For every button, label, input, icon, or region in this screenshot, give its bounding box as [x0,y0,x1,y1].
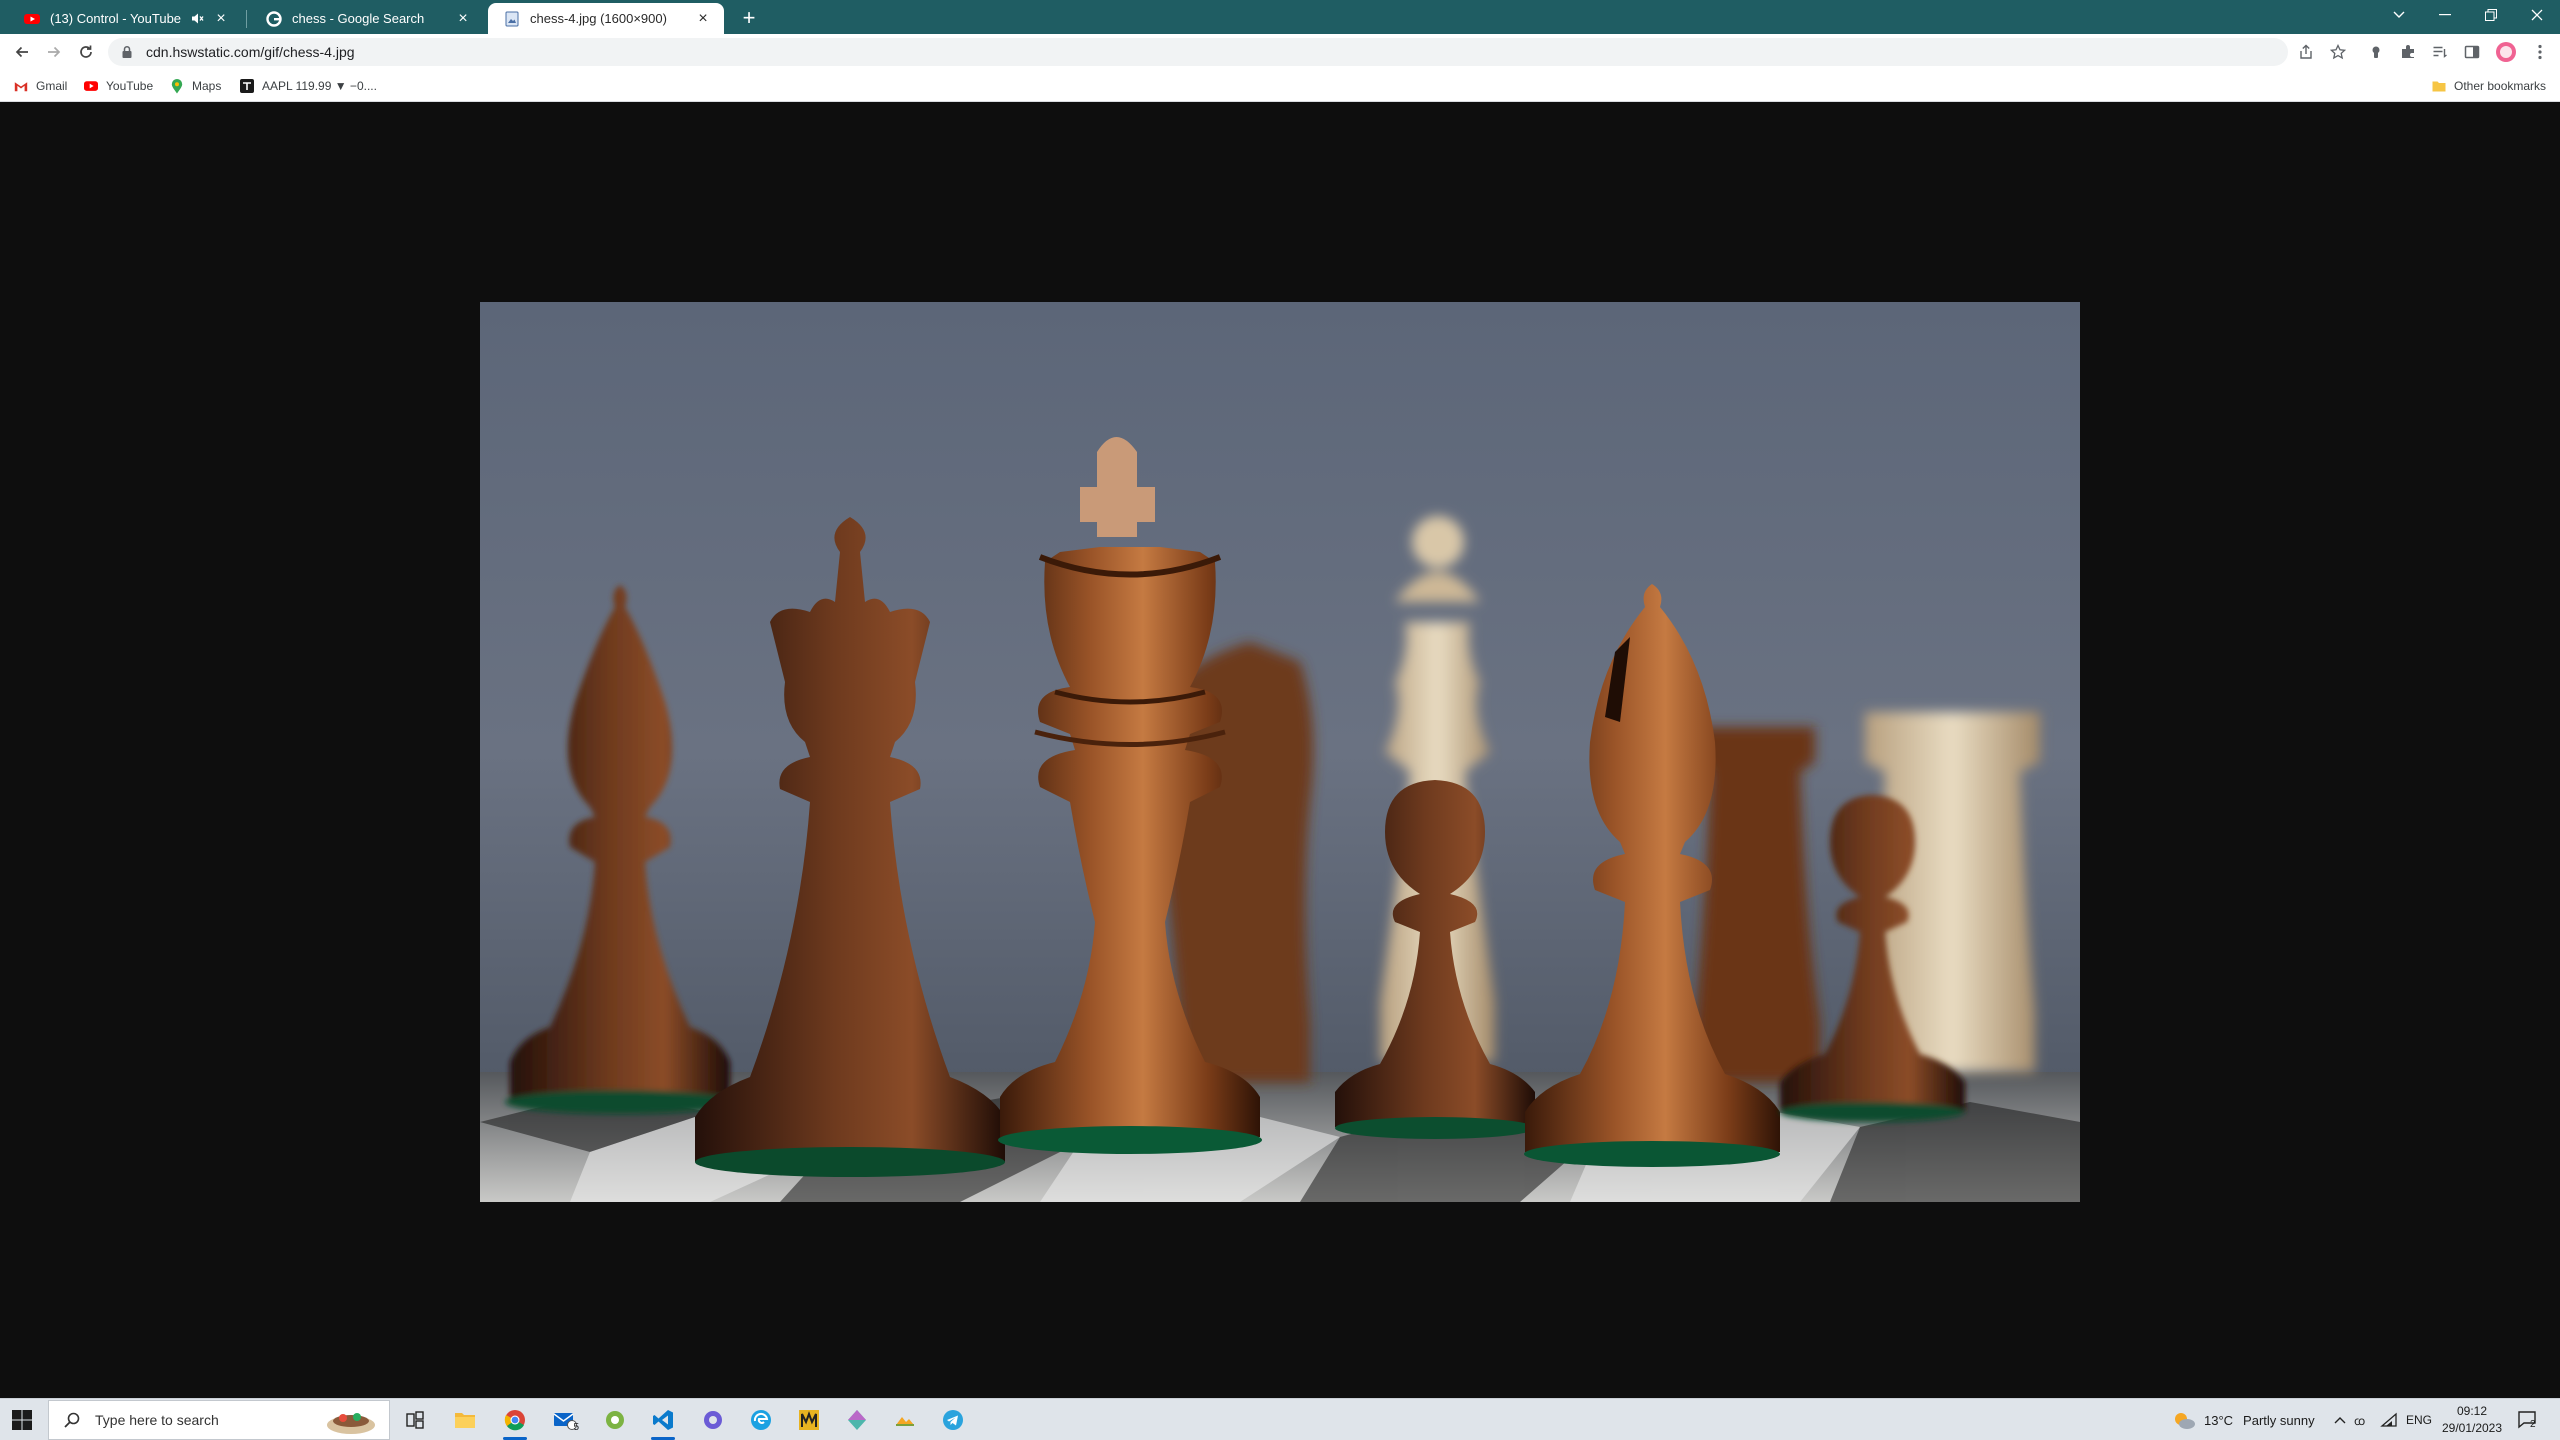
vscode-icon[interactable] [646,1404,680,1440]
restore-button[interactable] [2468,0,2514,30]
notifications-count: 2 [2530,1419,2536,1430]
bookmark-aapl[interactable]: AAPL 119.99 ▼ −0.... [240,76,377,96]
taskbar-search-box[interactable]: Type here to search [48,1400,390,1440]
app-icon[interactable] [598,1404,632,1436]
minimize-button[interactable] [2422,0,2468,30]
share-icon[interactable] [2294,40,2318,64]
bookmark-youtube[interactable]: YouTube [84,76,153,96]
back-button[interactable] [8,38,36,66]
bookmark-gmail[interactable]: Gmail [14,76,67,96]
youtube-icon [24,13,40,24]
youtube-icon [84,79,98,93]
screen: (13) Control - YouTube × chess - Google … [0,0,2560,1440]
tab-title: chess-4.jpg (1600×900) [530,11,667,26]
bookmark-label: YouTube [106,79,154,93]
speaker-muted-icon[interactable] [188,10,206,28]
weather-desc: Partly sunny [2243,1412,2315,1428]
windows-taskbar: Type here to search 5 13°C Partly sunny … [0,1398,2560,1440]
weather-widget[interactable]: 13°C Partly sunny [2172,1399,2315,1440]
stock-icon [240,79,254,93]
browser-toolbar: cdn.hswstatic.com/gif/chess-4.jpg [0,34,2560,70]
app-icon[interactable] [696,1404,730,1436]
svg-text:ꭃ: ꭃ [2354,1414,2365,1428]
app-icon[interactable] [792,1404,826,1436]
profile-avatar[interactable] [2494,40,2518,64]
bookmarks-bar: Gmail YouTube Maps AAPL 119.99 ▼ −0.... … [0,70,2560,102]
image-viewport [0,102,2560,1398]
tab-search-chevron-icon[interactable] [2376,0,2422,30]
app-icon[interactable] [888,1404,922,1436]
clock-time: 09:12 [2456,1404,2488,1418]
more-menu-icon[interactable] [2528,40,2552,64]
url-text[interactable]: cdn.hswstatic.com/gif/chess-4.jpg [146,44,355,60]
network-icon[interactable] [2380,1399,2398,1440]
close-icon[interactable]: × [212,10,230,28]
file-explorer-icon[interactable] [448,1404,482,1436]
notifications-icon[interactable]: 2 [2518,1399,2538,1440]
tab-youtube[interactable]: (13) Control - YouTube × [8,3,242,34]
windows-start-icon[interactable] [10,1408,34,1432]
chrome-icon[interactable] [498,1404,532,1440]
close-window-button[interactable] [2514,0,2560,30]
reading-list-icon[interactable] [2428,40,2452,64]
input-method-icon[interactable]: ꭃ [2354,1399,2374,1440]
tab-title: chess - Google Search [292,11,425,26]
image-file-icon [505,11,519,26]
search-icon [64,1412,80,1428]
bookmark-star-icon[interactable] [2326,40,2350,64]
edge-icon[interactable] [744,1404,778,1436]
mail-badge: 5 [573,1422,579,1433]
telegram-icon[interactable] [936,1404,970,1436]
show-hidden-icons-chevron-icon[interactable] [2334,1399,2346,1440]
side-panel-icon[interactable] [2460,40,2484,64]
puzzle-extensions-icon[interactable] [2396,40,2420,64]
other-bookmarks[interactable]: Other bookmarks [2432,76,2546,96]
lock-icon[interactable] [120,45,134,59]
chess-pieces-photo[interactable] [480,302,2080,1202]
tab-title: (13) Control - YouTube [50,11,182,26]
task-view-icon[interactable] [398,1404,432,1436]
maps-icon [170,78,184,93]
tab-chess-image[interactable]: chess-4.jpg (1600×900) × [488,3,724,34]
tab-strip: (13) Control - YouTube × chess - Google … [0,0,2560,34]
new-tab-button[interactable]: + [736,5,762,31]
weather-temp: 13°C [2204,1412,2234,1428]
extension-icon[interactable] [2364,40,2388,64]
search-placeholder: Type here to search [95,1412,219,1428]
chess-photo-illustration [480,302,2080,1202]
mail-icon[interactable]: 5 [548,1404,582,1436]
bookmark-label: AAPL 119.99 ▼ −0.... [262,79,377,93]
app-icon[interactable] [840,1404,874,1436]
bookmark-maps[interactable]: Maps [170,76,221,96]
folder-icon [2432,79,2446,93]
close-icon[interactable]: × [694,10,712,28]
system-clock[interactable]: 09:12 29/01/2023 [2430,1403,2514,1437]
partly-sunny-icon [2175,1413,2195,1429]
search-highlight-icon [327,1413,375,1434]
close-icon[interactable]: × [454,10,472,28]
google-icon [266,10,282,27]
bookmark-label: Gmail [36,79,68,93]
bookmark-label: Other bookmarks [2454,79,2547,93]
bookmark-label: Maps [192,79,222,93]
clock-date: 29/01/2023 [2441,1421,2503,1435]
address-bar[interactable]: cdn.hswstatic.com/gif/chess-4.jpg [108,38,2288,66]
language-indicator[interactable]: ENG [2406,1399,2432,1440]
reload-button[interactable] [72,38,100,66]
forward-button[interactable] [40,38,68,66]
tab-separator [246,10,247,28]
gmail-icon [14,79,28,93]
tab-google-search[interactable]: chess - Google Search × [250,3,484,34]
